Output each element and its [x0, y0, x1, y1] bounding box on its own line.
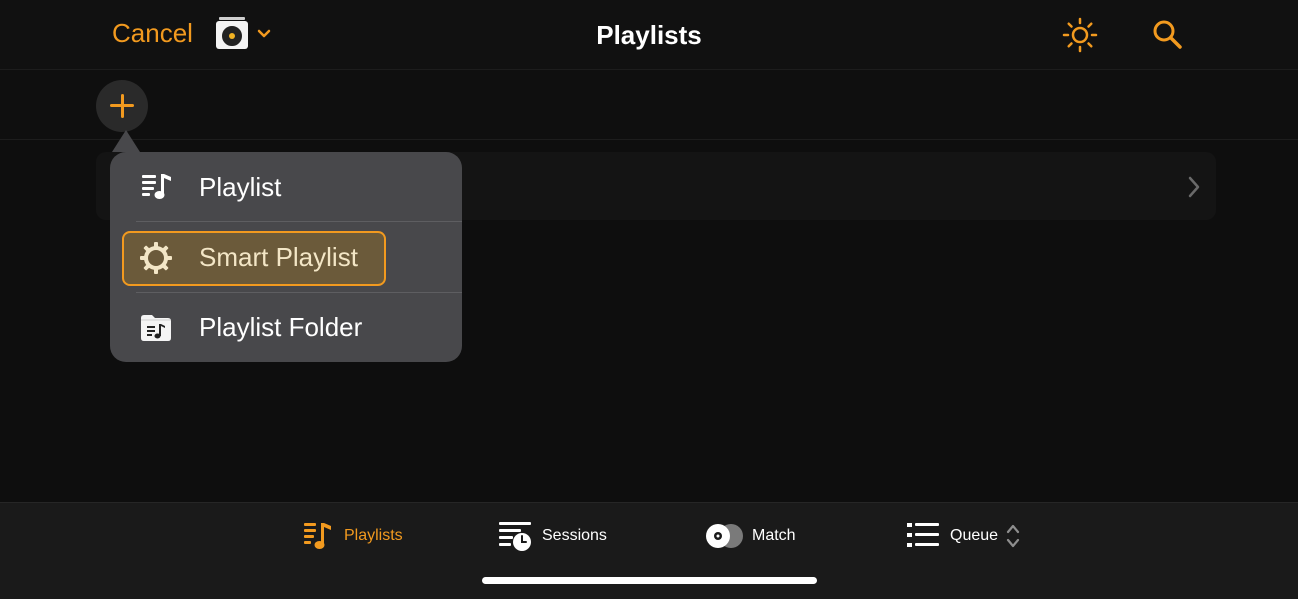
queue-icon — [907, 523, 939, 547]
tab-label: Match — [752, 527, 796, 544]
home-indicator[interactable] — [482, 577, 817, 584]
playlist-icon — [304, 523, 331, 549]
app-screen: Cancel Playlists Playlist Smart Playlist… — [0, 0, 1298, 599]
search-icon[interactable] — [1151, 18, 1183, 50]
tab-sessions[interactable]: Sessions — [497, 519, 627, 555]
match-icon — [706, 524, 743, 548]
sun-icon[interactable] — [1062, 17, 1098, 53]
gear-icon — [140, 242, 172, 274]
tab-queue[interactable]: Queue — [905, 519, 1035, 555]
add-button[interactable] — [96, 80, 148, 132]
menu-item-smart-playlist[interactable]: Smart Playlist — [110, 222, 462, 292]
popover-arrow — [112, 130, 140, 152]
tab-label: Sessions — [542, 527, 607, 544]
chevron-right-icon — [1188, 176, 1200, 198]
tab-bar: Playlists Sessions Match Queue — [0, 502, 1298, 599]
tab-playlists[interactable]: Playlists — [302, 519, 422, 555]
playlist-icon — [142, 174, 171, 199]
menu-item-label: Playlist — [199, 172, 282, 202]
menu-item-playlist-folder[interactable]: Playlist Folder — [110, 292, 462, 362]
toolbar-row — [0, 70, 1298, 140]
tab-label: Queue — [950, 527, 999, 544]
tab-label: Playlists — [344, 527, 403, 544]
navigation-bar: Cancel Playlists — [0, 0, 1298, 70]
tab-match[interactable]: Match — [704, 519, 814, 555]
page-title: Playlists — [596, 20, 702, 50]
sort-updown-icon — [1006, 524, 1020, 548]
folder-music-icon — [141, 315, 171, 341]
menu-item-label: Playlist Folder — [199, 312, 363, 342]
sessions-icon — [499, 522, 531, 551]
menu-item-label: Smart Playlist — [199, 242, 358, 272]
add-menu-popover: Playlist Smart Playlist Playlist Folder — [110, 152, 462, 362]
menu-item-playlist[interactable]: Playlist — [110, 152, 462, 222]
